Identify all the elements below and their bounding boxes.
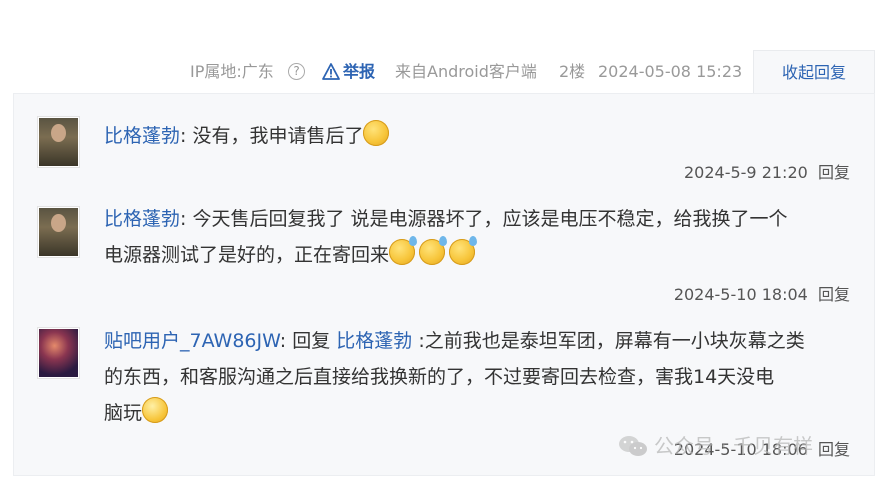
reply-text-line2: 的东西，和客服沟通之后直接给我换新的了，不过要寄回去检查，害我14天没电 (104, 366, 775, 388)
sweat-emoji-icon (419, 236, 448, 265)
client-source: 来自Android客户端 (395, 62, 537, 81)
ip-location: IP属地:广东 (190, 62, 274, 81)
post-time: 2024-05-08 15:23 (598, 62, 743, 81)
reply-button[interactable]: 回复 (818, 440, 850, 459)
reply-text-line1: :之前我也是泰坦军团，屏幕有一小块灰幕之类 (412, 330, 805, 352)
watermark: 公众号 · 千贝有样 (618, 430, 813, 459)
username-link[interactable]: 比格蓬勃 (104, 125, 180, 147)
reply-list: 比格蓬勃: 没有，我申请售后了 2024-5-9 21:20 回复 比格蓬勃: … (13, 93, 875, 476)
sweat-emoji-icon (449, 236, 478, 265)
reply-text-line2: 电源器测试了是好的，正在寄回来 (104, 244, 390, 266)
help-icon[interactable]: ? (288, 63, 305, 80)
reply-text: : 没有，我申请售后了 (180, 125, 364, 147)
avatar[interactable] (37, 206, 80, 258)
reply-button[interactable]: 回复 (818, 163, 850, 182)
username-link[interactable]: 贴吧用户_7AW86JW (104, 330, 280, 352)
smile-emoji-icon (363, 120, 390, 146)
reply-button[interactable]: 回复 (818, 285, 850, 304)
cry-emoji-icon (142, 397, 169, 423)
post-meta-bar: IP属地:广东 ? 举报 来自Android客户端 2楼 2024-05-08 … (0, 50, 883, 94)
avatar[interactable] (37, 327, 80, 379)
sweat-emoji-icon (389, 236, 418, 265)
reply-text-line3: 脑玩 (104, 402, 143, 424)
report-link[interactable]: 举报 (322, 62, 375, 82)
reply-content: 贴吧用户_7AW86JW: 回复 比格蓬勃 :之前我也是泰坦军团，屏幕有一小块灰… (104, 323, 854, 431)
reply-prefix: : 回复 (279, 330, 337, 352)
watermark-text: 公众号 · 千贝有样 (654, 434, 814, 458)
floor-number: 2楼 (559, 62, 586, 81)
reply-content: 比格蓬勃: 今天售后回复我了 说是电源器坏了，应该是电压不稳定，给我换了一个 电… (104, 201, 854, 273)
collapse-replies-button[interactable]: 收起回复 (753, 50, 875, 94)
wechat-icon (619, 436, 647, 456)
avatar[interactable] (37, 116, 80, 168)
reply-content: 比格蓬勃: 没有，我申请售后了 (104, 118, 854, 154)
reply-meta: 2024-5-9 21:20 回复 (684, 163, 850, 183)
warning-icon (322, 63, 340, 80)
reply-time: 2024-5-10 18:04 (673, 285, 808, 304)
username-link[interactable]: 比格蓬勃 (104, 208, 180, 230)
reply-to-username-link[interactable]: 比格蓬勃 (336, 330, 412, 352)
reply-meta: 2024-5-10 18:04 回复 (674, 285, 850, 305)
report-label[interactable]: 举报 (343, 62, 375, 81)
reply-text-line1: : 今天售后回复我了 说是电源器坏了，应该是电压不稳定，给我换了一个 (180, 208, 788, 230)
reply-time: 2024-5-9 21:20 (683, 163, 808, 182)
